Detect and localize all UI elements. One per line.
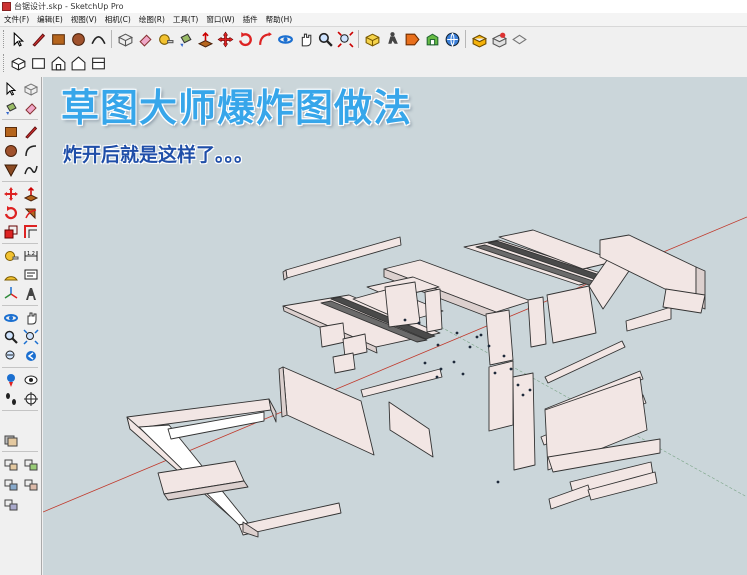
zoom-icon[interactable] (1, 327, 21, 346)
select-icon[interactable] (1, 79, 21, 98)
toolbar-grip[interactable] (3, 30, 6, 48)
line-icon[interactable] (21, 122, 41, 141)
back-view-icon[interactable] (88, 53, 108, 73)
model-viewport[interactable]: 草图大师爆炸图做法 炸开后就是这样了。。。 (43, 77, 747, 575)
title-bar: 台锯设计.skp - SketchUp Pro (0, 0, 747, 13)
zoom-window-icon[interactable] (21, 327, 41, 346)
svg-text:1.2: 1.2 (27, 251, 35, 257)
circle-icon[interactable] (1, 141, 21, 160)
look-around-icon[interactable] (21, 370, 41, 389)
scale-icon[interactable] (1, 222, 21, 241)
circle-icon[interactable] (68, 29, 88, 49)
share-model-icon[interactable] (469, 29, 489, 49)
move-icon[interactable] (215, 29, 235, 49)
menu-camera[interactable]: 相机(C) (101, 14, 135, 25)
pan-icon[interactable] (21, 308, 41, 327)
pencil-icon[interactable] (28, 29, 48, 49)
tape-measure-icon[interactable] (155, 29, 175, 49)
toolbar-grip[interactable] (3, 54, 6, 72)
scenes-icon[interactable] (1, 475, 21, 494)
menu-file[interactable]: 文件(F) (0, 14, 33, 25)
paint-bucket-icon[interactable] (175, 29, 195, 49)
eraser-icon[interactable] (135, 29, 155, 49)
zoom-extents-icon[interactable] (335, 29, 355, 49)
freehand-icon[interactable] (21, 160, 41, 179)
menu-window[interactable]: 窗口(W) (202, 14, 238, 25)
layers-icon[interactable] (1, 430, 21, 449)
push-pull-icon[interactable] (21, 184, 41, 203)
position-camera-icon[interactable] (1, 370, 21, 389)
section-plane-icon[interactable] (402, 29, 422, 49)
zoom-extents-icon[interactable] (1, 346, 21, 365)
overlay-headline: 草图大师爆炸图做法 (61, 86, 413, 130)
select-icon[interactable] (8, 29, 28, 49)
protractor-icon[interactable] (1, 265, 21, 284)
iso-view-icon[interactable] (8, 53, 28, 73)
menu-bar: 文件(F) 编辑(E) 视图(V) 相机(C) 绘图(R) 工具(T) 窗口(W… (0, 13, 747, 27)
views-toolbar (0, 51, 108, 75)
menu-view[interactable]: 视图(V) (67, 14, 101, 25)
top-view-icon[interactable] (28, 53, 48, 73)
push-pull-icon[interactable] (195, 29, 215, 49)
overlay-subline: 炸开后就是这样了。。。 (63, 144, 254, 166)
zoom-icon[interactable] (315, 29, 335, 49)
rotate-icon[interactable] (235, 29, 255, 49)
menu-plugins[interactable]: 插件 (239, 14, 262, 25)
previous-view-icon[interactable] (21, 346, 41, 365)
make-component-icon[interactable] (21, 79, 41, 98)
extension-icon[interactable] (509, 29, 529, 49)
share-component-icon[interactable] (489, 29, 509, 49)
main-toolbar (0, 27, 529, 51)
walk-icon[interactable] (382, 29, 402, 49)
front-view-icon[interactable] (48, 53, 68, 73)
iso-view-icon[interactable] (362, 29, 382, 49)
pan-icon[interactable] (295, 29, 315, 49)
3d-text-icon[interactable] (21, 284, 41, 303)
menu-edit[interactable]: 编辑(E) (33, 14, 67, 25)
rectangle-icon[interactable] (1, 122, 21, 141)
orbit-icon[interactable] (275, 29, 295, 49)
get-models-icon[interactable] (442, 29, 462, 49)
orbit-icon[interactable] (1, 308, 21, 327)
shadows-icon[interactable] (1, 495, 21, 514)
offset-icon[interactable] (21, 222, 41, 241)
tape-measure-icon[interactable] (1, 246, 21, 265)
polygon-icon[interactable] (1, 160, 21, 179)
walk-icon[interactable] (1, 389, 21, 408)
arc-icon[interactable] (88, 29, 108, 49)
components-icon[interactable] (1, 455, 21, 474)
components-icon[interactable] (422, 29, 442, 49)
menu-draw[interactable]: 绘图(R) (135, 14, 169, 25)
follow-me-icon[interactable] (255, 29, 275, 49)
styles-icon[interactable] (21, 455, 41, 474)
left-tool-palette: 1.2 (0, 77, 42, 575)
right-view-icon[interactable] (68, 53, 88, 73)
paint-bucket-icon[interactable] (1, 98, 21, 117)
rotate-icon[interactable] (1, 203, 21, 222)
move-icon[interactable] (1, 184, 21, 203)
materials-icon[interactable] (21, 475, 41, 494)
window-title: 台锯设计.skp - SketchUp Pro (14, 2, 124, 11)
make-component-icon[interactable] (115, 29, 135, 49)
eraser-icon[interactable] (21, 98, 41, 117)
axes-icon[interactable] (1, 284, 21, 303)
follow-me-icon[interactable] (21, 203, 41, 222)
section-plane-icon[interactable] (21, 389, 41, 408)
menu-tools[interactable]: 工具(T) (169, 14, 202, 25)
arc-icon[interactable] (21, 141, 41, 160)
dimension-icon[interactable]: 1.2 (21, 246, 41, 265)
text-icon[interactable] (21, 265, 41, 284)
menu-help[interactable]: 帮助(H) (262, 14, 297, 25)
rectangle-icon[interactable] (48, 29, 68, 49)
app-icon (2, 2, 11, 11)
